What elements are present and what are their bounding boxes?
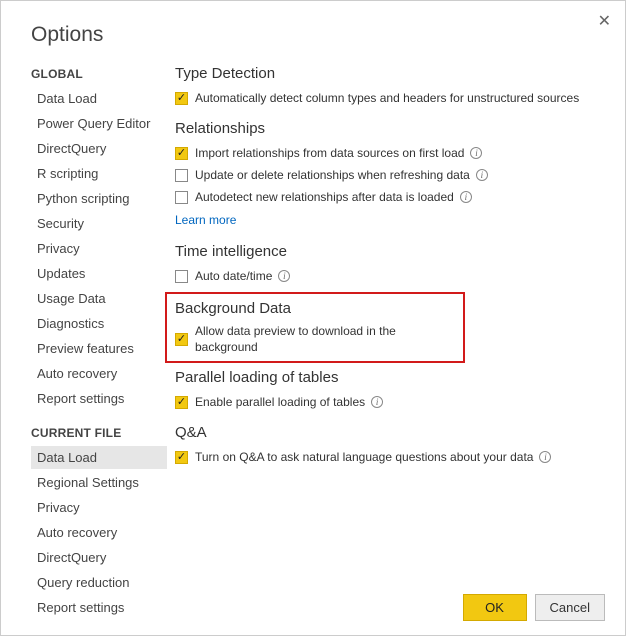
sidebar-heading-current-file: CURRENT FILE <box>31 426 167 440</box>
section-parallel-loading: Parallel loading of tables <box>175 369 605 386</box>
cancel-button[interactable]: Cancel <box>535 594 605 621</box>
sidebar-item-directquery-global[interactable]: DirectQuery <box>31 137 167 160</box>
info-icon[interactable]: i <box>278 270 290 282</box>
ok-button[interactable]: OK <box>463 594 527 621</box>
option-auto-detect-types[interactable]: Automatically detect column types and he… <box>175 90 605 106</box>
checkbox-icon[interactable] <box>175 147 188 160</box>
option-label: Autodetect new relationships after data … <box>195 189 454 205</box>
option-auto-date-time[interactable]: Auto date/time i <box>175 268 605 284</box>
sidebar-item-directquery-current[interactable]: DirectQuery <box>31 546 167 569</box>
checkbox-icon[interactable] <box>175 451 188 464</box>
sidebar-item-usage-data[interactable]: Usage Data <box>31 287 167 310</box>
sidebar-item-report-settings-current[interactable]: Report settings <box>31 596 167 619</box>
checkbox-icon[interactable] <box>175 191 188 204</box>
dialog-title: Options <box>1 1 625 65</box>
info-icon[interactable]: i <box>470 147 482 159</box>
sidebar-item-query-reduction[interactable]: Query reduction <box>31 571 167 594</box>
sidebar-item-python-scripting[interactable]: Python scripting <box>31 187 167 210</box>
sidebar-item-privacy-current[interactable]: Privacy <box>31 496 167 519</box>
checkbox-icon[interactable] <box>175 396 188 409</box>
option-label: Import relationships from data sources o… <box>195 145 464 161</box>
sidebar-item-power-query-editor[interactable]: Power Query Editor <box>31 112 167 135</box>
section-relationships: Relationships <box>175 120 605 137</box>
info-icon[interactable]: i <box>371 396 383 408</box>
sidebar-item-report-settings-global[interactable]: Report settings <box>31 387 167 410</box>
close-icon[interactable]: ✕ <box>598 11 611 31</box>
sidebar-item-preview-features[interactable]: Preview features <box>31 337 167 360</box>
sidebar-item-auto-recovery-global[interactable]: Auto recovery <box>31 362 167 385</box>
option-label: Enable parallel loading of tables <box>195 394 365 410</box>
checkbox-icon[interactable] <box>175 270 188 283</box>
option-parallel-loading[interactable]: Enable parallel loading of tables i <box>175 394 605 410</box>
option-label: Automatically detect column types and he… <box>195 90 579 106</box>
section-background-data: Background Data <box>175 300 455 317</box>
dialog-footer: OK Cancel <box>463 594 605 621</box>
highlight-background-data: Background Data Allow data preview to do… <box>165 292 465 363</box>
sidebar: GLOBAL Data Load Power Query Editor Dire… <box>31 65 167 621</box>
option-background-download[interactable]: Allow data preview to download in the ba… <box>175 323 455 355</box>
sidebar-heading-global: GLOBAL <box>31 67 167 81</box>
option-label: Update or delete relationships when refr… <box>195 167 470 183</box>
option-qa-enable[interactable]: Turn on Q&A to ask natural language ques… <box>175 449 605 465</box>
sidebar-item-data-load-global[interactable]: Data Load <box>31 87 167 110</box>
info-icon[interactable]: i <box>460 191 472 203</box>
section-qa: Q&A <box>175 424 605 441</box>
checkbox-icon[interactable] <box>175 92 188 105</box>
sidebar-item-data-load-current[interactable]: Data Load <box>31 446 167 469</box>
checkbox-icon[interactable] <box>175 169 188 182</box>
section-time-intelligence: Time intelligence <box>175 243 605 260</box>
info-icon[interactable]: i <box>476 169 488 181</box>
sidebar-item-r-scripting[interactable]: R scripting <box>31 162 167 185</box>
sidebar-item-updates[interactable]: Updates <box>31 262 167 285</box>
option-import-relationships[interactable]: Import relationships from data sources o… <box>175 145 605 161</box>
option-autodetect-relationships[interactable]: Autodetect new relationships after data … <box>175 189 605 205</box>
option-update-relationships[interactable]: Update or delete relationships when refr… <box>175 167 605 183</box>
info-icon[interactable]: i <box>539 451 551 463</box>
option-label: Turn on Q&A to ask natural language ques… <box>195 449 533 465</box>
sidebar-item-diagnostics[interactable]: Diagnostics <box>31 312 167 335</box>
sidebar-item-regional-settings[interactable]: Regional Settings <box>31 471 167 494</box>
option-label: Auto date/time <box>195 268 272 284</box>
learn-more-link[interactable]: Learn more <box>175 213 236 227</box>
sidebar-item-privacy-global[interactable]: Privacy <box>31 237 167 260</box>
sidebar-item-auto-recovery-current[interactable]: Auto recovery <box>31 521 167 544</box>
checkbox-icon[interactable] <box>175 333 188 346</box>
sidebar-item-security[interactable]: Security <box>31 212 167 235</box>
section-type-detection: Type Detection <box>175 65 605 82</box>
option-label: Allow data preview to download in the ba… <box>195 323 455 355</box>
main-panel: Type Detection Automatically detect colu… <box>167 65 605 621</box>
